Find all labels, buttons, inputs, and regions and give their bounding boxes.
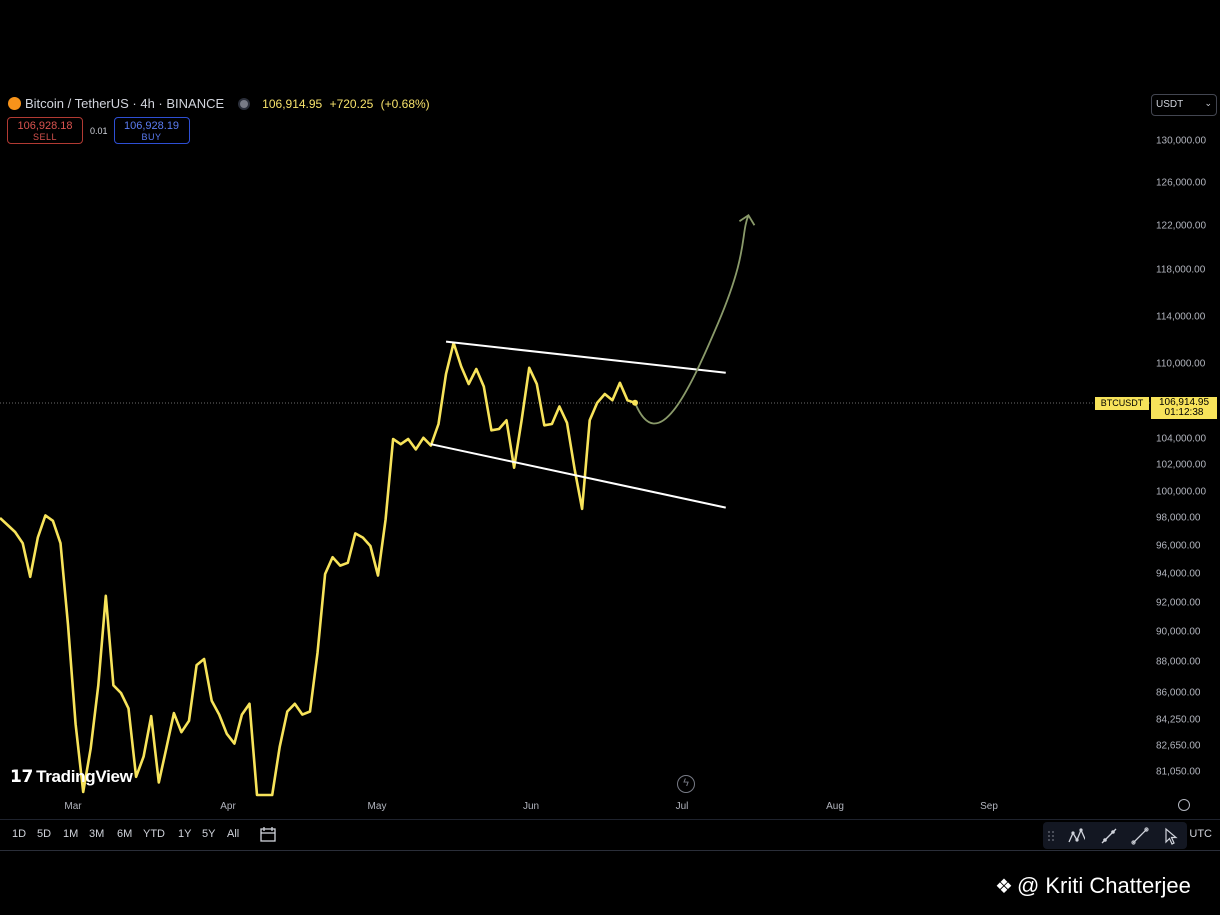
buy-price: 106,928.19 bbox=[124, 120, 180, 132]
time-tick-label: Sep bbox=[980, 801, 998, 812]
logo-text: TradingView bbox=[36, 767, 133, 786]
timezone-button[interactable]: UTC bbox=[1189, 828, 1212, 840]
price-tick-label: 84,250.00 bbox=[1156, 714, 1201, 726]
price-tick-label: 104,000.00 bbox=[1156, 433, 1207, 445]
range-button-1m[interactable]: 1M bbox=[63, 828, 78, 840]
price-tick-label: 96,000.00 bbox=[1156, 540, 1201, 552]
current-price-tag: 106,914.95 01:12:38 bbox=[1151, 397, 1217, 419]
watermark-text: @ Kriti Chatterjee bbox=[1016, 873, 1191, 898]
trade-buttons: 106,928.18 SELL 0.01 106,928.19 BUY bbox=[7, 117, 190, 144]
tradingview-logo-icon: 𝟭𝟳 bbox=[10, 767, 34, 786]
market-status-icon bbox=[240, 99, 249, 108]
price-tick-label: 100,000.00 bbox=[1156, 486, 1207, 498]
axis-settings-icon[interactable] bbox=[1178, 799, 1190, 811]
projection-arrow[interactable] bbox=[634, 214, 750, 425]
sell-price: 106,928.18 bbox=[17, 120, 73, 132]
symbol-row: Bitcoin / TetherUS · 4h · BINANCE 106,91… bbox=[8, 96, 434, 111]
time-tick-label: Jul bbox=[675, 801, 689, 812]
chevron-down-icon: ⌄ bbox=[1204, 98, 1212, 108]
range-button-5y[interactable]: 5Y bbox=[202, 828, 215, 840]
price-change: +720.25 bbox=[329, 96, 374, 111]
price-tick-label: 122,000.00 bbox=[1156, 220, 1207, 232]
range-button-5d[interactable]: 5D bbox=[37, 828, 51, 840]
price-tick-label: 88,000.00 bbox=[1156, 656, 1201, 668]
price-change-pct: (+0.68%) bbox=[380, 96, 430, 111]
range-button-ytd[interactable]: YTD bbox=[143, 828, 165, 840]
price-tick-label: 92,000.00 bbox=[1156, 597, 1201, 609]
price-tick-label: 118,000.00 bbox=[1156, 264, 1206, 276]
tradingview-logo: 𝟭𝟳 TradingView bbox=[10, 767, 133, 787]
brush-tool-icon[interactable] bbox=[1100, 827, 1118, 845]
range-button-1d[interactable]: 1D bbox=[12, 828, 26, 840]
currency-select[interactable]: USDT ⌄ bbox=[1151, 94, 1217, 116]
btc-price-series bbox=[0, 341, 636, 797]
price-tick-label: 110,000.00 bbox=[1156, 358, 1206, 370]
time-tick-label: Aug bbox=[826, 801, 844, 812]
time-tick-label: Mar bbox=[64, 801, 82, 812]
range-button-all[interactable]: All bbox=[227, 828, 239, 840]
symbol-price-tag: BTCUSDT bbox=[1095, 397, 1149, 410]
bar-countdown: 01:12:38 bbox=[1164, 407, 1204, 418]
channel-lower-line[interactable] bbox=[430, 443, 726, 509]
buy-label: BUY bbox=[141, 132, 162, 142]
bitcoin-icon bbox=[8, 97, 21, 110]
price-tick-label: 102,000.00 bbox=[1156, 459, 1207, 471]
buy-button[interactable]: 106,928.19 BUY bbox=[113, 117, 190, 144]
trend-line-icon[interactable] bbox=[1131, 827, 1149, 845]
time-tick-label: Jun bbox=[522, 801, 540, 812]
drag-handle-icon[interactable] bbox=[1046, 827, 1064, 845]
channel-upper-line[interactable] bbox=[445, 340, 726, 374]
lightning-icon[interactable]: ϟ bbox=[677, 775, 695, 793]
last-price: 106,914.95 bbox=[262, 96, 323, 111]
price-quote: 106,914.95 +720.25 (+0.68%) bbox=[262, 97, 434, 111]
price-tick-label: 82,650.00 bbox=[1156, 740, 1201, 752]
bottom-toolbar: 1D 5D 1M 3M 6M YTD 1Y 5Y All UTC bbox=[0, 819, 1220, 851]
cursor-icon[interactable] bbox=[1162, 827, 1180, 845]
price-tick-label: 86,000.00 bbox=[1156, 687, 1201, 699]
spread-value: 0.01 bbox=[90, 125, 108, 136]
time-tick-label: May bbox=[367, 801, 387, 812]
price-tick-label: 130,000.00 bbox=[1156, 135, 1207, 147]
price-tick-label: 114,000.00 bbox=[1156, 311, 1206, 323]
range-button-1y[interactable]: 1Y bbox=[178, 828, 191, 840]
time-tick-label: Apr bbox=[220, 801, 236, 812]
price-tick-label: 81,050.00 bbox=[1156, 766, 1201, 778]
price-tick-label: 90,000.00 bbox=[1156, 626, 1201, 638]
pattern-tool-icon[interactable] bbox=[1067, 827, 1085, 845]
binance-icon: ❖ bbox=[995, 876, 1013, 898]
sell-button[interactable]: 106,928.18 SELL bbox=[7, 117, 83, 144]
author-watermark: ❖ @ Kriti Chatterjee bbox=[995, 873, 1191, 899]
chart-header: Bitcoin / TetherUS · 4h · BINANCE 106,91… bbox=[0, 92, 1220, 152]
currency-value: USDT bbox=[1156, 99, 1184, 110]
range-button-3m[interactable]: 3M bbox=[89, 828, 104, 840]
range-button-6m[interactable]: 6M bbox=[117, 828, 132, 840]
sell-label: SELL bbox=[32, 132, 58, 142]
price-tick-label: 126,000.00 bbox=[1156, 177, 1207, 189]
price-tick-label: 98,000.00 bbox=[1156, 512, 1201, 524]
last-price-marker bbox=[632, 399, 639, 406]
price-tick-label: 94,000.00 bbox=[1156, 568, 1201, 580]
date-range-icon[interactable] bbox=[259, 827, 277, 843]
drawing-tools-panel bbox=[1043, 822, 1187, 849]
symbol-title[interactable]: Bitcoin / TetherUS · 4h · BINANCE bbox=[25, 96, 224, 111]
